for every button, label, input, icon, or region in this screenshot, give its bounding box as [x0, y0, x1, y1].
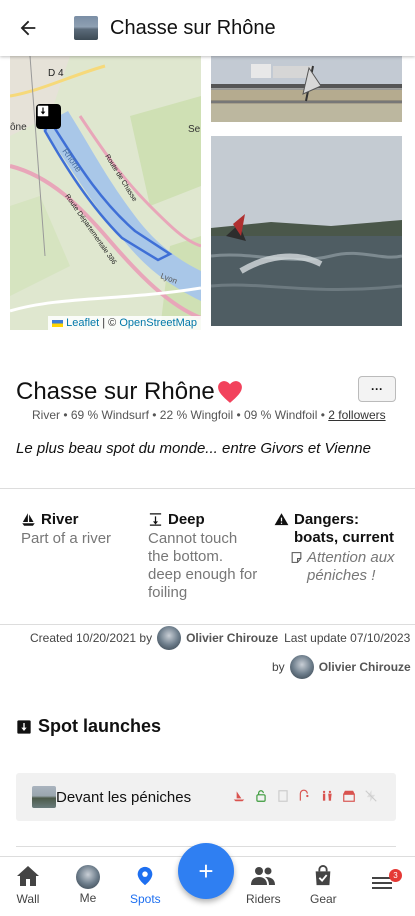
- nav-label: Riders: [246, 892, 281, 906]
- attribution-separator: | ©: [102, 317, 117, 329]
- nav-menu[interactable]: 3: [372, 869, 402, 894]
- danger-note: Attention aux péniches !: [307, 549, 395, 584]
- nav-me[interactable]: Me: [76, 865, 100, 905]
- attribute-title: Deep: [168, 511, 205, 528]
- launch-item[interactable]: Devant les péniches: [16, 773, 396, 821]
- map-road-label: D 4: [48, 68, 64, 79]
- divider: [0, 488, 415, 489]
- attribute-deep: Deep Cannot touch the bottom. deep enoug…: [148, 511, 260, 602]
- document-icon: [276, 789, 290, 808]
- nav-gear[interactable]: Gear: [310, 865, 337, 906]
- launch-feature-icons: [232, 789, 378, 808]
- spot-tagline: Le plus beau spot du monde... entre Givo…: [16, 440, 371, 457]
- launch-thumbnail: [32, 786, 56, 808]
- note-icon: [290, 551, 303, 585]
- updated-label: Last update 07/10/2023: [284, 631, 411, 645]
- spot-photo-1[interactable]: [211, 56, 402, 122]
- launch-icon: [16, 719, 32, 735]
- attribute-desc: Cannot touch the bottom. deep enough for…: [148, 530, 258, 601]
- map-launch-marker[interactable]: [36, 104, 61, 129]
- nav-label: Wall: [16, 892, 40, 906]
- heart-icon[interactable]: [217, 380, 243, 404]
- map-attribution: Leaflet | © OpenStreetMap: [48, 316, 201, 330]
- menu-icon: 3: [372, 869, 402, 894]
- people-icon: [251, 865, 276, 890]
- nav-spots[interactable]: Spots: [130, 865, 161, 906]
- by-label: by: [272, 660, 285, 674]
- attribute-desc: Part of a river: [21, 530, 112, 547]
- shop-icon: [342, 789, 356, 808]
- created-label: Created 10/20/2021 by: [30, 631, 153, 645]
- launches-title: Spot launches: [38, 716, 162, 736]
- created-info: Created 10/20/2021 by Olivier Chirouze L…: [30, 626, 411, 650]
- attribute-title: Dangers: boats, current: [294, 511, 395, 546]
- attribute-title: River: [41, 511, 79, 528]
- nav-label: Spots: [130, 892, 161, 906]
- spot-name-text: Chasse sur Rhône: [16, 378, 215, 405]
- spot-map[interactable]: D 4 Rhône Route de Chasse Route Départem…: [10, 56, 201, 330]
- spot-stats-text: River • 69 % Windsurf • 22 % Wingfoil • …: [32, 408, 325, 422]
- lock-icon: [254, 789, 268, 808]
- boat-launch-icon: [232, 789, 246, 808]
- notification-badge: 3: [389, 869, 402, 882]
- followers-link[interactable]: 2 followers: [328, 408, 385, 422]
- flash-off-icon: [364, 789, 378, 808]
- spot-title: Chasse sur Rhône: [16, 378, 243, 406]
- home-icon: [16, 865, 40, 890]
- updater-link[interactable]: Olivier Chirouze: [319, 660, 411, 674]
- ukraine-flag-icon: [52, 319, 64, 327]
- shower-icon: [298, 789, 312, 808]
- leaflet-link[interactable]: Leaflet: [66, 317, 99, 329]
- avatar-icon: [76, 865, 100, 889]
- top-app-bar: Chasse sur Rhône: [0, 0, 415, 56]
- page-title: Chasse sur Rhône: [110, 16, 276, 39]
- updated-by-info: by Olivier Chirouze: [272, 655, 411, 679]
- spot-thumbnail: [74, 16, 98, 40]
- app-root: Chasse sur Rhône D 4 Rhône Route de Chas…: [0, 0, 415, 916]
- nav-label: Me: [79, 891, 97, 905]
- toilets-icon: [320, 789, 334, 808]
- launch-name: Devant les péniches: [56, 788, 192, 806]
- author-avatar[interactable]: [157, 626, 182, 650]
- back-arrow-icon[interactable]: [14, 14, 42, 42]
- location-pin-icon: [134, 865, 156, 890]
- divider: [0, 624, 415, 625]
- nav-label: Gear: [310, 892, 337, 906]
- bag-icon: [312, 865, 334, 890]
- more-options-button[interactable]: ···: [358, 376, 396, 402]
- attribute-dangers: Dangers: boats, current Attention aux pé…: [274, 511, 404, 585]
- sailboat-icon: [21, 512, 36, 527]
- depth-icon: [148, 512, 163, 527]
- launches-heading: Spot launches: [16, 716, 161, 737]
- author-link[interactable]: Olivier Chirouze: [186, 631, 278, 645]
- map-town-left: ône: [10, 122, 27, 133]
- spot-photo-2[interactable]: [211, 136, 402, 326]
- attribute-river: River Part of a river: [21, 511, 141, 548]
- nav-wall[interactable]: Wall: [16, 865, 40, 906]
- nav-riders[interactable]: Riders: [246, 865, 281, 906]
- spot-stats: River • 69 % Windsurf • 22 % Wingfoil • …: [32, 408, 386, 422]
- map-town-right: Se: [188, 124, 201, 135]
- osm-link[interactable]: OpenStreetMap: [119, 317, 197, 329]
- warning-icon: [274, 512, 289, 527]
- add-button[interactable]: +: [178, 843, 234, 899]
- updater-avatar[interactable]: [289, 655, 314, 679]
